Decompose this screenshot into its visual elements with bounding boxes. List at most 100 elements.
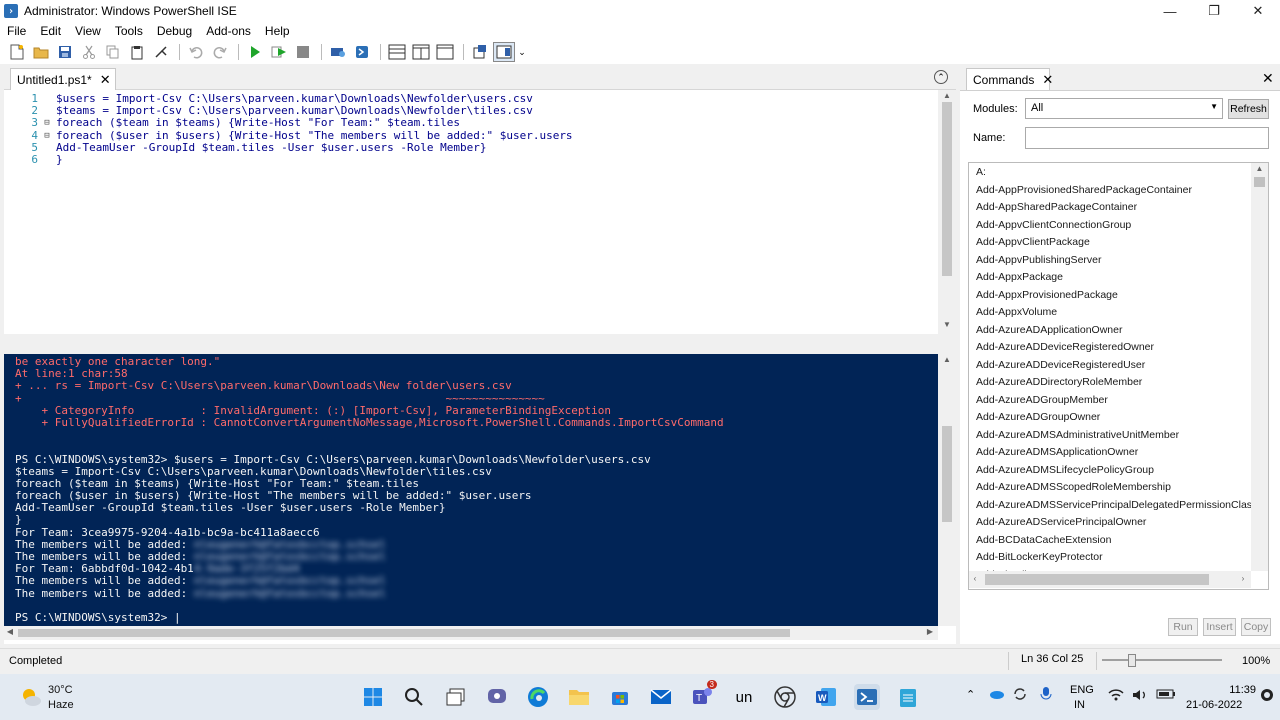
scroll-down-icon[interactable]: ▼ [938, 320, 956, 329]
run-icon[interactable] [244, 42, 266, 62]
layout-max-icon[interactable] [434, 42, 456, 62]
modules-dropdown[interactable]: All ▼ [1025, 98, 1223, 119]
clock-time[interactable]: 11:39 [1212, 684, 1256, 696]
command-list-item[interactable]: Add-AzureADServicePrincipalOwner [976, 516, 1146, 528]
store-icon[interactable] [607, 684, 633, 710]
run-selection-icon[interactable] [268, 42, 290, 62]
scroll-up-icon[interactable]: ▲ [938, 355, 956, 364]
open-folder-icon[interactable] [30, 42, 52, 62]
maximize-button[interactable]: ❐ [1192, 0, 1236, 22]
command-list-item[interactable]: Add-AppvClientConnectionGroup [976, 219, 1131, 231]
scrollbar-thumb[interactable] [985, 574, 1209, 585]
weather-temperature[interactable]: 30°C [48, 684, 73, 696]
command-list-item[interactable]: Add-AzureADMSLifecyclePolicyGroup [976, 464, 1154, 476]
console-scrollbar[interactable]: ▲ [938, 354, 956, 626]
fold-marker[interactable] [38, 105, 56, 117]
clock-date[interactable]: 21-06-2022 [1186, 699, 1242, 711]
command-list-item[interactable]: Add-AzureADApplicationOwner [976, 324, 1123, 336]
fold-marker[interactable]: ⊟ [38, 130, 56, 142]
stop-icon[interactable] [292, 42, 314, 62]
copy-button[interactable]: Copy [1241, 618, 1271, 636]
tab-untitled1[interactable]: Untitled1.ps1* ✕ [10, 68, 116, 90]
console-pane[interactable]: be exactly one character long." At line:1… [4, 354, 938, 626]
editor-scrollbar[interactable]: ▲ ▼ [938, 90, 956, 334]
edge-icon[interactable] [525, 684, 551, 710]
command-list-horizontal-scrollbar[interactable]: ‹ › [969, 571, 1251, 588]
tab-commands[interactable]: Commands ✕ [966, 68, 1053, 90]
scroll-up-icon[interactable]: ▲ [1251, 164, 1268, 173]
menu-addons[interactable]: Add-ons [199, 24, 258, 38]
zoom-slider-thumb[interactable] [1128, 654, 1136, 667]
notepad-icon[interactable] [895, 684, 921, 710]
command-list-item[interactable]: Add-BitLockerKeyProtector [976, 551, 1103, 563]
command-list-item[interactable]: Add-AzureADMSApplicationOwner [976, 446, 1138, 458]
command-list-item[interactable]: Add-AppvClientPackage [976, 236, 1090, 248]
command-list-item[interactable]: Add-AppxPackage [976, 271, 1063, 283]
start-powershell-icon[interactable] [351, 42, 373, 62]
layout-top-icon[interactable] [386, 42, 408, 62]
close-icon[interactable]: ✕ [100, 72, 111, 88]
command-list-item[interactable]: Add-AppxProvisionedPackage [976, 289, 1118, 301]
save-icon[interactable] [54, 42, 76, 62]
onedrive-icon[interactable] [988, 688, 1004, 703]
scrollbar-thumb[interactable] [1254, 177, 1265, 187]
minimize-button[interactable]: — [1148, 0, 1192, 22]
file-explorer-icon[interactable] [566, 684, 592, 710]
command-list-item[interactable]: Add-AppProvisionedSharedPackageContainer [976, 184, 1192, 196]
scroll-up-icon[interactable]: ▲ [938, 91, 956, 100]
console-horizontal-scrollbar[interactable]: ◀ ▶ [4, 626, 938, 640]
command-list-item[interactable]: Add-AzureADGroupOwner [976, 411, 1100, 423]
weather-icon[interactable] [20, 686, 42, 708]
paste-icon[interactable] [126, 42, 148, 62]
close-commands-pane-icon[interactable]: ✕ [1262, 70, 1274, 87]
copy-icon[interactable] [102, 42, 124, 62]
refresh-button[interactable]: Refresh [1228, 99, 1269, 119]
word-icon[interactable]: W [813, 684, 839, 710]
collapse-script-pane-icon[interactable]: ⌃ [934, 70, 948, 84]
command-list-item[interactable]: Add-AzureADMSServicePrincipalDelegatedPe… [976, 499, 1265, 511]
command-list-item[interactable]: Add-AzureADDirectoryRoleMember [976, 376, 1142, 388]
command-list-item[interactable]: Add-BCDataCacheExtension [976, 534, 1111, 546]
scrollbar-thumb[interactable] [942, 102, 952, 276]
menu-file[interactable]: File [0, 24, 33, 38]
pane-splitter[interactable] [4, 334, 956, 354]
unknown-app-icon[interactable]: un [731, 684, 757, 710]
command-list-item[interactable]: Add-AzureADDeviceRegisteredOwner [976, 341, 1154, 353]
language-indicator[interactable]: ENG [1070, 684, 1094, 696]
scroll-right-icon[interactable]: ▶ [924, 627, 936, 636]
clear-icon[interactable] [150, 42, 172, 62]
wifi-icon[interactable] [1108, 688, 1124, 705]
undo-icon[interactable] [185, 42, 207, 62]
command-list-item[interactable]: Add-AppSharedPackageContainer [976, 201, 1137, 213]
notification-center-icon[interactable] [1260, 688, 1274, 705]
menu-edit[interactable]: Edit [33, 24, 68, 38]
layout-right-icon[interactable] [410, 42, 432, 62]
teams-icon[interactable]: T 3 [689, 680, 717, 710]
command-list-item[interactable]: Add-AzureADMSAdministrativeUnitMember [976, 429, 1179, 441]
command-list-scrollbar[interactable]: ▲ [1251, 163, 1268, 571]
mail-icon[interactable] [648, 684, 674, 710]
region-indicator[interactable]: IN [1074, 699, 1085, 711]
script-editor[interactable]: 1 $users = Import-Csv C:\Users\parveen.k… [4, 90, 938, 334]
menu-help[interactable]: Help [258, 24, 297, 38]
command-list-item[interactable]: Add-AppvPublishingServer [976, 254, 1102, 266]
menu-debug[interactable]: Debug [150, 24, 199, 38]
menu-tools[interactable]: Tools [108, 24, 150, 38]
scroll-right-icon[interactable]: › [1237, 574, 1249, 583]
windows-start-icon[interactable] [360, 684, 386, 710]
close-button[interactable]: ✕ [1236, 0, 1280, 22]
volume-icon[interactable] [1132, 688, 1148, 705]
task-view-icon[interactable] [443, 684, 469, 710]
teams-chat-icon[interactable] [484, 684, 510, 710]
zoom-slider[interactable] [1102, 659, 1222, 661]
command-list-item[interactable]: Add-AppxVolume [976, 306, 1057, 318]
battery-icon[interactable] [1156, 688, 1176, 703]
command-list[interactable]: A: Add-AppProvisionedSharedPackageContain… [968, 162, 1269, 590]
close-icon[interactable]: ✕ [1042, 72, 1053, 88]
insert-button[interactable]: Insert [1203, 618, 1236, 636]
scroll-left-icon[interactable]: ‹ [969, 574, 981, 583]
new-file-icon[interactable] [6, 42, 28, 62]
new-remote-tab-icon[interactable] [327, 42, 349, 62]
command-list-item[interactable]: Add-AzureADMSScopedRoleMembership [976, 481, 1171, 493]
chevron-up-icon[interactable]: ⌃ [966, 688, 975, 701]
